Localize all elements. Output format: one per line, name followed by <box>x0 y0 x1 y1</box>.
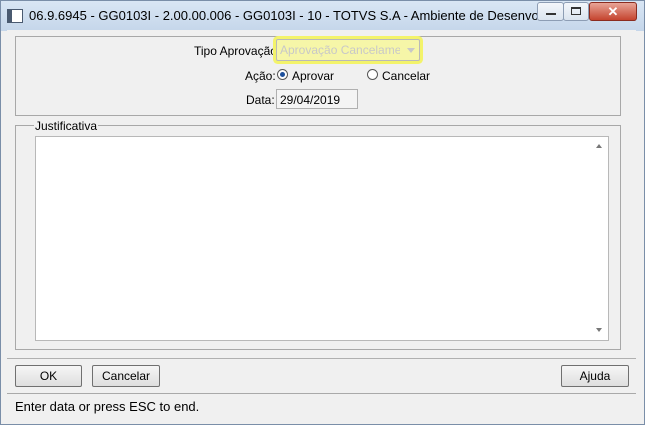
tipo-aprovacao-value: Aprovação Cancelamento <box>280 43 400 57</box>
radio-aprovar-label[interactable]: Aprovar <box>292 69 334 83</box>
window-title: 06.9.6945 - GG0103I - 2.00.00.006 - GG01… <box>29 8 537 23</box>
cancelar-button[interactable]: Cancelar <box>92 365 160 387</box>
justificativa-label: Justificativa <box>34 119 99 133</box>
radio-cancelar[interactable] <box>367 69 378 80</box>
tipo-aprovacao-label: Tipo Aprovação: <box>194 44 281 58</box>
data-label: Data: <box>246 93 275 107</box>
status-text: Enter data or press ESC to end. <box>15 399 200 414</box>
ok-button[interactable]: OK <box>15 365 82 387</box>
ajuda-button[interactable]: Ajuda <box>561 365 629 387</box>
close-button[interactable]: ✕ <box>589 2 637 21</box>
minimize-button[interactable] <box>537 2 564 21</box>
acao-label: Ação: <box>245 69 276 83</box>
title-bar[interactable]: 06.9.6945 - GG0103I - 2.00.00.006 - GG01… <box>1 1 644 31</box>
justificativa-textarea[interactable] <box>35 136 609 341</box>
app-window-icon <box>7 9 23 23</box>
close-icon: ✕ <box>607 4 619 19</box>
data-value: 29/04/2019 <box>280 93 341 107</box>
scroll-down-icon[interactable] <box>596 328 602 332</box>
radio-cancelar-label[interactable]: Cancelar <box>382 69 430 83</box>
minimize-icon <box>546 13 556 15</box>
maximize-button[interactable] <box>563 2 589 21</box>
data-field[interactable]: 29/04/2019 <box>276 89 358 109</box>
tipo-aprovacao-select[interactable]: Aprovação Cancelamento <box>276 39 420 61</box>
maximize-icon <box>571 7 581 15</box>
scroll-up-icon[interactable] <box>596 144 602 148</box>
status-bar: Enter data or press ESC to end. <box>7 393 636 418</box>
radio-aprovar[interactable] <box>277 69 288 80</box>
chevron-down-icon[interactable] <box>407 48 415 53</box>
